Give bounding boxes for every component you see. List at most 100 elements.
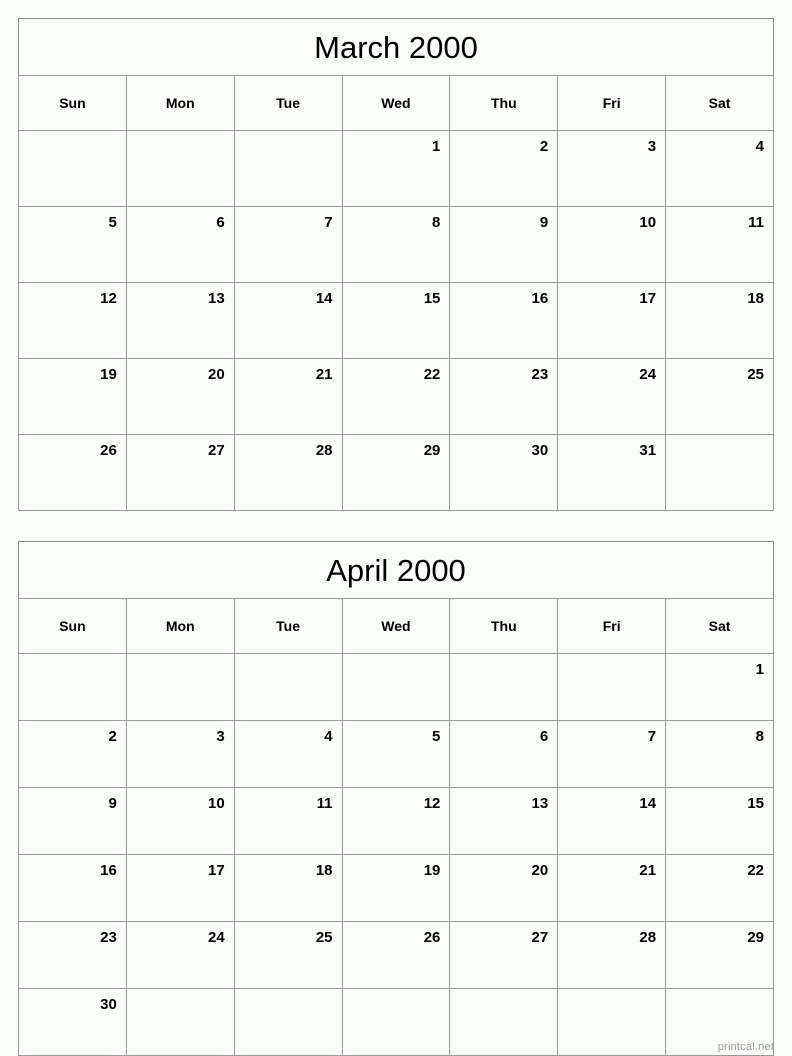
day-number: 24 xyxy=(208,929,225,946)
day-cell[interactable] xyxy=(125,988,235,1056)
day-cell[interactable]: 1 xyxy=(341,130,451,207)
day-cell[interactable] xyxy=(233,130,343,207)
day-cell[interactable]: 4 xyxy=(665,130,774,207)
day-cell[interactable]: 14 xyxy=(557,787,667,855)
day-cell[interactable] xyxy=(341,653,451,721)
day-cell[interactable]: 3 xyxy=(125,720,235,788)
day-cell[interactable] xyxy=(665,434,774,511)
day-cell[interactable]: 13 xyxy=(449,787,559,855)
calendar-march: March 2000 Sun Mon Tue Wed Thu Fri Sat 1… xyxy=(18,18,774,511)
day-cell[interactable]: 2 xyxy=(18,720,127,788)
day-number: 3 xyxy=(647,138,657,155)
day-number: 18 xyxy=(315,862,333,879)
calendar-page: March 2000 Sun Mon Tue Wed Thu Fri Sat 1… xyxy=(0,0,792,1056)
day-cell[interactable]: 25 xyxy=(233,921,343,989)
day-cell[interactable] xyxy=(557,653,667,721)
day-number: 30 xyxy=(100,996,117,1013)
weekday-header-row: Sun Mon Tue Wed Thu Fri Sat xyxy=(18,75,774,131)
day-cell[interactable] xyxy=(233,653,343,721)
day-cell[interactable]: 8 xyxy=(665,720,774,788)
day-cell[interactable]: 4 xyxy=(233,720,343,788)
day-cell[interactable]: 26 xyxy=(341,921,451,989)
week-row: 16 17 18 19 20 21 22 xyxy=(18,854,774,922)
day-number: 22 xyxy=(747,862,764,879)
day-cell[interactable]: 20 xyxy=(449,854,559,922)
day-cell[interactable] xyxy=(233,988,343,1056)
day-cell[interactable]: 6 xyxy=(125,206,235,283)
day-cell[interactable]: 2 xyxy=(449,130,559,207)
day-cell[interactable]: 20 xyxy=(125,358,235,435)
day-number: 26 xyxy=(100,442,117,459)
day-cell[interactable]: 27 xyxy=(125,434,235,511)
day-number: 28 xyxy=(639,929,657,946)
day-cell[interactable]: 8 xyxy=(341,206,451,283)
day-cell[interactable]: 11 xyxy=(233,787,343,855)
day-cell[interactable]: 19 xyxy=(18,358,127,435)
day-cell[interactable] xyxy=(449,653,559,721)
day-cell[interactable]: 22 xyxy=(665,854,774,922)
day-cell[interactable] xyxy=(125,653,235,721)
day-number: 16 xyxy=(531,290,549,307)
day-number: 24 xyxy=(639,366,657,383)
day-number: 17 xyxy=(208,862,225,879)
day-cell[interactable]: 24 xyxy=(125,921,235,989)
day-cell[interactable]: 10 xyxy=(557,206,667,283)
day-number: 20 xyxy=(208,366,225,383)
day-cell[interactable] xyxy=(18,130,127,207)
calendar-april: April 2000 Sun Mon Tue Wed Thu Fri Sat 1 xyxy=(18,541,774,1056)
day-number: 16 xyxy=(100,862,117,879)
day-cell[interactable]: 23 xyxy=(18,921,127,989)
day-cell[interactable]: 30 xyxy=(18,988,127,1056)
day-cell[interactable]: 24 xyxy=(557,358,667,435)
day-cell[interactable]: 31 xyxy=(557,434,667,511)
day-cell[interactable]: 3 xyxy=(557,130,667,207)
day-cell[interactable]: 6 xyxy=(449,720,559,788)
day-cell[interactable]: 15 xyxy=(341,282,451,359)
day-cell[interactable]: 28 xyxy=(557,921,667,989)
day-cell[interactable] xyxy=(557,988,667,1056)
day-cell[interactable] xyxy=(341,988,451,1056)
day-number: 11 xyxy=(748,214,764,231)
day-cell[interactable]: 22 xyxy=(341,358,451,435)
day-cell[interactable]: 21 xyxy=(557,854,667,922)
day-cell[interactable]: 13 xyxy=(125,282,235,359)
day-cell[interactable]: 9 xyxy=(18,787,127,855)
weekday-header-fri: Fri xyxy=(557,75,667,131)
day-cell[interactable]: 21 xyxy=(233,358,343,435)
day-cell[interactable] xyxy=(449,988,559,1056)
day-cell[interactable]: 17 xyxy=(125,854,235,922)
day-cell[interactable]: 18 xyxy=(665,282,774,359)
day-cell[interactable]: 29 xyxy=(665,921,774,989)
day-cell[interactable]: 1 xyxy=(665,653,774,721)
day-number: 22 xyxy=(423,366,441,383)
day-cell[interactable]: 28 xyxy=(233,434,343,511)
day-cell[interactable]: 12 xyxy=(341,787,451,855)
day-cell[interactable] xyxy=(18,653,127,721)
month-title-march: March 2000 xyxy=(18,18,774,76)
day-cell[interactable]: 17 xyxy=(557,282,667,359)
day-cell[interactable]: 7 xyxy=(557,720,667,788)
day-cell[interactable]: 26 xyxy=(18,434,127,511)
day-cell[interactable]: 5 xyxy=(18,206,127,283)
day-number: 14 xyxy=(639,795,657,812)
day-cell[interactable]: 11 xyxy=(665,206,774,283)
weekday-header-sat: Sat xyxy=(665,598,774,654)
day-cell[interactable]: 14 xyxy=(233,282,343,359)
day-cell[interactable]: 5 xyxy=(341,720,451,788)
day-cell[interactable] xyxy=(125,130,235,207)
day-cell[interactable]: 7 xyxy=(233,206,343,283)
day-cell[interactable]: 16 xyxy=(18,854,127,922)
day-cell[interactable]: 29 xyxy=(341,434,451,511)
day-cell[interactable]: 12 xyxy=(18,282,127,359)
day-number: 11 xyxy=(316,795,333,812)
day-cell[interactable]: 9 xyxy=(449,206,559,283)
day-cell[interactable]: 18 xyxy=(233,854,343,922)
day-cell[interactable]: 15 xyxy=(665,787,774,855)
day-cell[interactable]: 10 xyxy=(125,787,235,855)
day-cell[interactable]: 30 xyxy=(449,434,559,511)
day-cell[interactable]: 16 xyxy=(449,282,559,359)
day-cell[interactable]: 25 xyxy=(665,358,774,435)
day-cell[interactable]: 19 xyxy=(341,854,451,922)
day-cell[interactable]: 23 xyxy=(449,358,559,435)
day-cell[interactable]: 27 xyxy=(449,921,559,989)
